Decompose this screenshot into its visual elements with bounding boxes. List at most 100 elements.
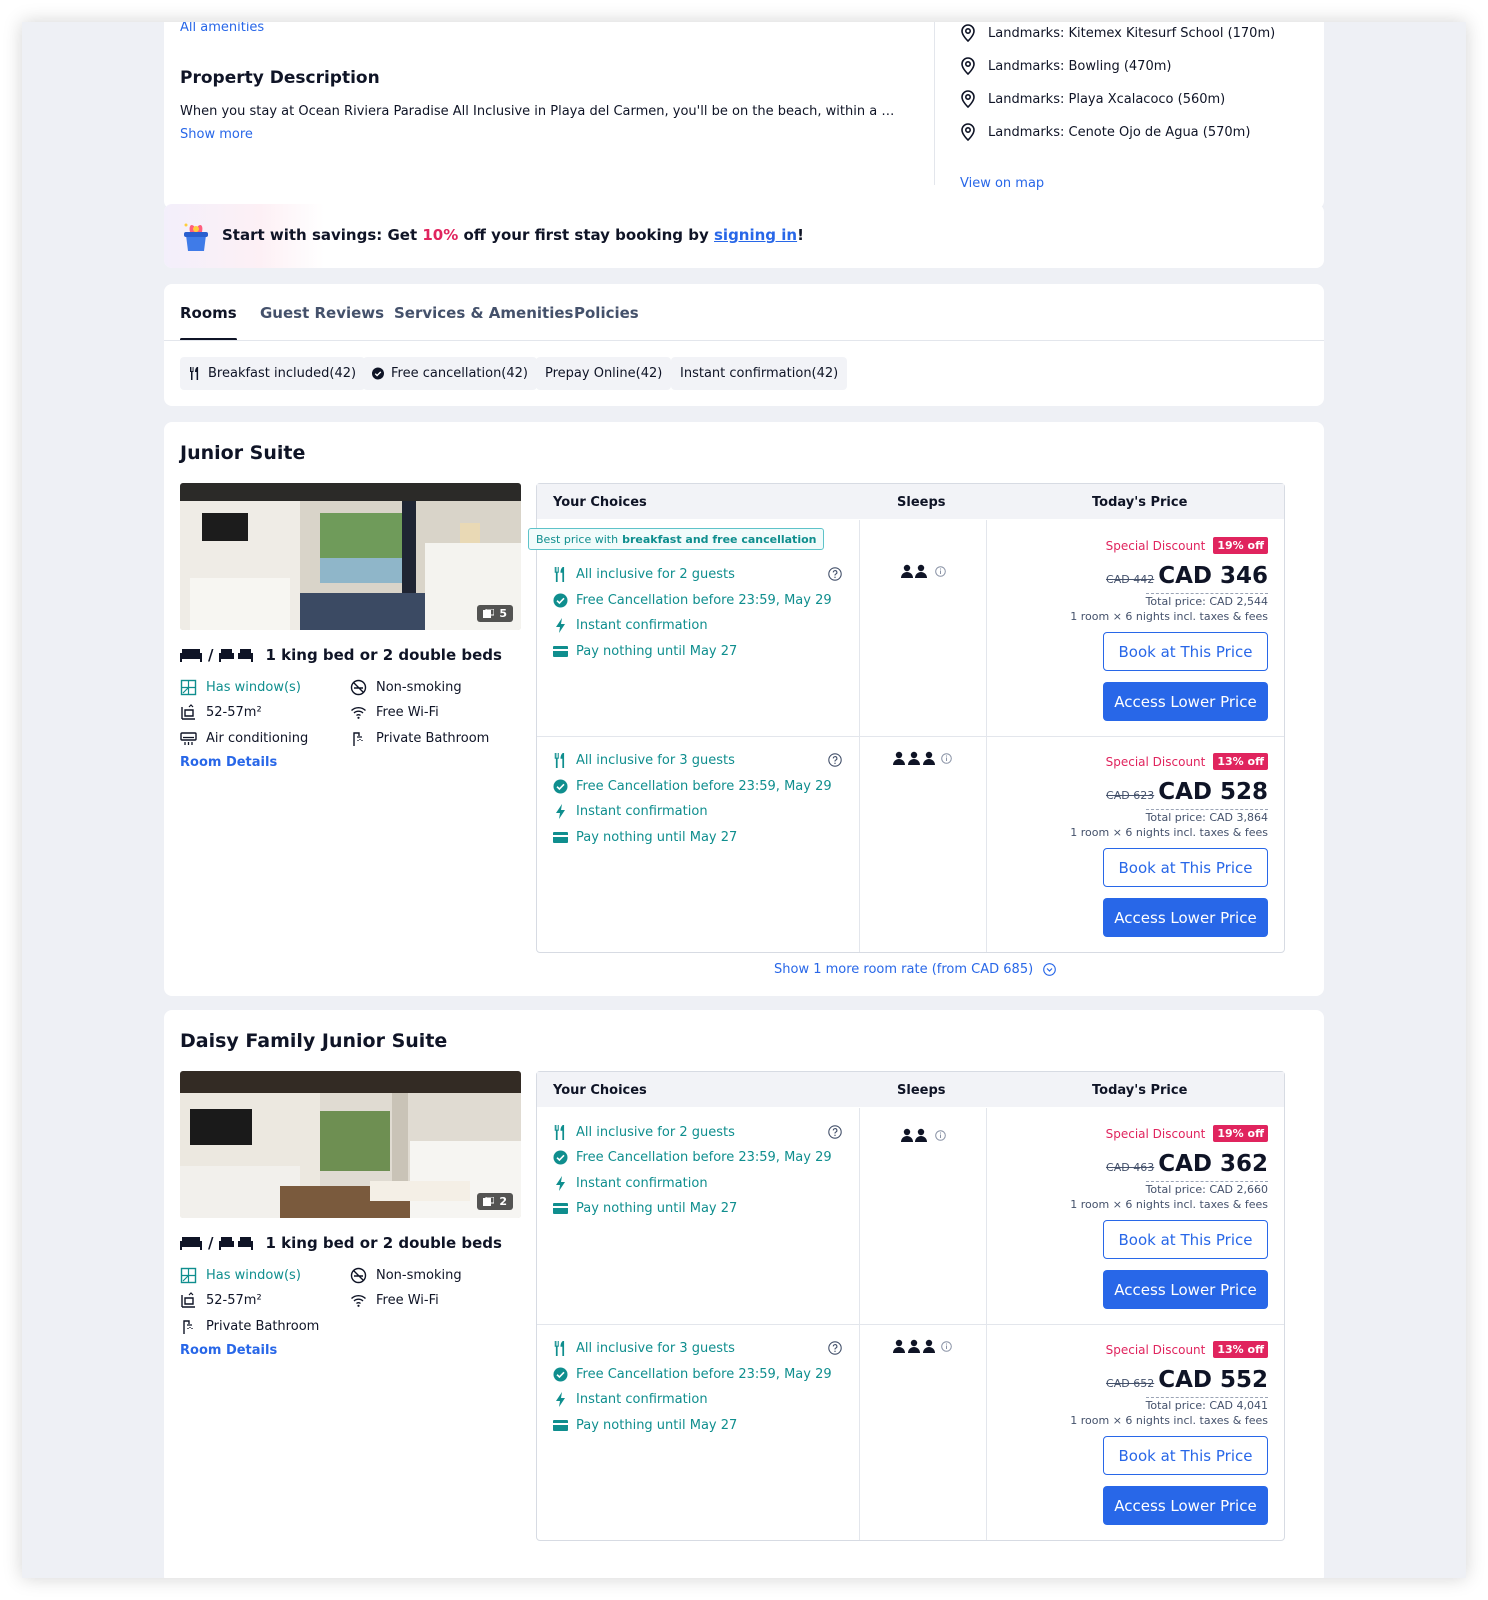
- card-icon: [553, 646, 568, 657]
- current-price: CAD 528: [1158, 779, 1268, 805]
- tab-rooms[interactable]: Rooms: [180, 304, 237, 341]
- room-name: Junior Suite: [180, 442, 306, 464]
- rate-row: All inclusive for 3 guests Free Cancella…: [537, 736, 1284, 952]
- header-your-choices: Your Choices: [553, 495, 647, 510]
- room-details-link[interactable]: Room Details: [180, 755, 277, 770]
- price-note: 1 room × 6 nights incl. taxes & fees: [1070, 1198, 1268, 1211]
- divider: [934, 22, 935, 185]
- header-todays-price: Today's Price: [1092, 495, 1188, 510]
- landmark-item: Landmarks: Kitemex Kitesurf School (170m…: [960, 22, 1275, 44]
- shower-icon: [353, 732, 363, 746]
- king-bed-icon: [180, 649, 202, 662]
- total-price: Total price: CAD 3,864: [1145, 809, 1268, 824]
- rate-row: All inclusive for 3 guests Free Cancella…: [537, 1324, 1284, 1540]
- location-pin-icon: [961, 57, 975, 75]
- amenity-windows: Has window(s): [180, 1267, 301, 1284]
- show-more-rates-link[interactable]: Show 1 more room rate (from CAD 685): [774, 962, 1057, 977]
- check-circle-icon: [553, 779, 568, 794]
- rate-meal-plan: All inclusive for 2 guests: [553, 1125, 735, 1140]
- guests-icon: [893, 1339, 935, 1353]
- discount-badge: 19% off: [1213, 1125, 1268, 1142]
- tab-policies[interactable]: Policies: [574, 304, 639, 322]
- rate-cancellation: Free Cancellation before 23:59, May 29: [553, 1150, 832, 1165]
- all-amenities-link[interactable]: All amenities: [180, 22, 264, 35]
- price: CAD 463 CAD 362: [1106, 1151, 1268, 1177]
- price-note: 1 room × 6 nights incl. taxes & fees: [1070, 610, 1268, 623]
- location-pin-icon: [961, 24, 975, 42]
- chevron-down-circle-icon: [1043, 963, 1057, 976]
- info-icon[interactable]: [941, 1340, 952, 1352]
- bed-description: 1 king bed or 2 double beds: [265, 1234, 502, 1252]
- book-at-this-price-button[interactable]: Book at This Price: [1103, 632, 1268, 671]
- header-your-choices: Your Choices: [553, 1083, 647, 1098]
- filter-free-cancellation[interactable]: Free cancellation(42): [363, 357, 537, 390]
- access-lower-price-button[interactable]: Access Lower Price: [1103, 682, 1268, 721]
- property-overview-card: All amenities Property Description When …: [164, 22, 1324, 209]
- promo-text: Start with savings: Get 10% off your fir…: [222, 226, 804, 244]
- check-circle-icon: [553, 593, 568, 608]
- check-circle-icon: [553, 1150, 568, 1165]
- room-photo[interactable]: 2: [180, 1071, 521, 1218]
- amenity-non-smoking: Non-smoking: [350, 1267, 462, 1284]
- original-price: CAD 463: [1106, 1161, 1155, 1174]
- show-more-link[interactable]: Show more: [180, 127, 253, 142]
- location-pin-icon: [961, 90, 975, 108]
- lightning-icon: [556, 804, 565, 819]
- lightning-icon: [556, 618, 565, 633]
- best-price-tag: Best price with breakfast and free cancel…: [528, 528, 825, 550]
- rates-table: Your Choices Sleeps Today's Price Best p…: [528, 483, 1285, 953]
- cutlery-icon: [554, 753, 565, 768]
- rate-payment: Pay nothing until May 27: [553, 644, 737, 659]
- card-icon: [553, 832, 568, 843]
- rate-meal-plan: All inclusive for 3 guests: [553, 1341, 735, 1356]
- total-price: Total price: CAD 2,660: [1145, 1181, 1268, 1196]
- access-lower-price-button[interactable]: Access Lower Price: [1103, 898, 1268, 937]
- help-icon[interactable]: [828, 753, 842, 767]
- access-lower-price-button[interactable]: Access Lower Price: [1103, 1270, 1268, 1309]
- header-sleeps: Sleeps: [897, 495, 946, 510]
- room-details-link[interactable]: Room Details: [180, 1343, 277, 1358]
- rate-meal-plan: All inclusive for 3 guests: [553, 753, 735, 768]
- info-icon[interactable]: [935, 565, 946, 577]
- help-icon[interactable]: [828, 567, 842, 581]
- amenity-private-bathroom: Private Bathroom: [180, 1318, 319, 1335]
- tab-guest-reviews[interactable]: Guest Reviews: [260, 304, 384, 322]
- rate-row: Best price with breakfast and free cancel…: [528, 520, 1284, 736]
- book-at-this-price-button[interactable]: Book at This Price: [1103, 848, 1268, 887]
- amenity-air-conditioning: Air conditioning: [180, 730, 308, 747]
- sign-in-link[interactable]: signing in: [714, 226, 797, 244]
- wifi-icon: [351, 1294, 366, 1307]
- cutlery-icon: [554, 1125, 565, 1140]
- divider: [164, 340, 1324, 341]
- filter-prepay-online[interactable]: Prepay Online(42): [536, 357, 672, 390]
- rates-table-header: Your Choices Sleeps Today's Price: [537, 484, 1284, 520]
- gallery-icon: [483, 609, 495, 618]
- help-icon[interactable]: [828, 1125, 842, 1139]
- gallery-icon: [483, 1197, 495, 1206]
- price-note: 1 room × 6 nights incl. taxes & fees: [1070, 826, 1268, 839]
- sleeps-3-guests: [893, 1339, 952, 1353]
- amenity-room-size: 52-57m²: [180, 704, 262, 721]
- filter-instant-confirmation[interactable]: Instant confirmation(42): [671, 357, 848, 390]
- room-photo[interactable]: 5: [180, 483, 521, 630]
- info-icon[interactable]: [935, 1129, 946, 1141]
- tab-services-amenities[interactable]: Services & Amenities: [394, 304, 573, 322]
- view-on-map-link[interactable]: View on map: [960, 176, 1044, 191]
- book-at-this-price-button[interactable]: Book at This Price: [1103, 1220, 1268, 1259]
- check-circle-icon: [553, 1367, 568, 1382]
- amenity-non-smoking: Non-smoking: [350, 679, 462, 696]
- info-icon[interactable]: [941, 752, 952, 764]
- gift-hat-icon: [184, 223, 208, 251]
- filter-breakfast-included[interactable]: Breakfast included(42): [180, 357, 366, 390]
- shower-icon: [183, 1320, 193, 1334]
- room-photo-image: [180, 483, 521, 630]
- rates-table-header: Your Choices Sleeps Today's Price: [537, 1072, 1284, 1108]
- book-at-this-price-button[interactable]: Book at This Price: [1103, 1436, 1268, 1475]
- no-smoking-icon: [350, 1267, 367, 1284]
- help-icon[interactable]: [828, 1341, 842, 1355]
- discount-badge: 19% off: [1213, 537, 1268, 554]
- landmark-label: Landmarks: Cenote Ojo de Agua (570m): [988, 124, 1251, 140]
- original-price: CAD 623: [1106, 789, 1155, 802]
- room-card-daisy-family-junior-suite: Daisy Family Junior Suite 2 / 1 king bed…: [164, 1010, 1324, 1578]
- access-lower-price-button[interactable]: Access Lower Price: [1103, 1486, 1268, 1525]
